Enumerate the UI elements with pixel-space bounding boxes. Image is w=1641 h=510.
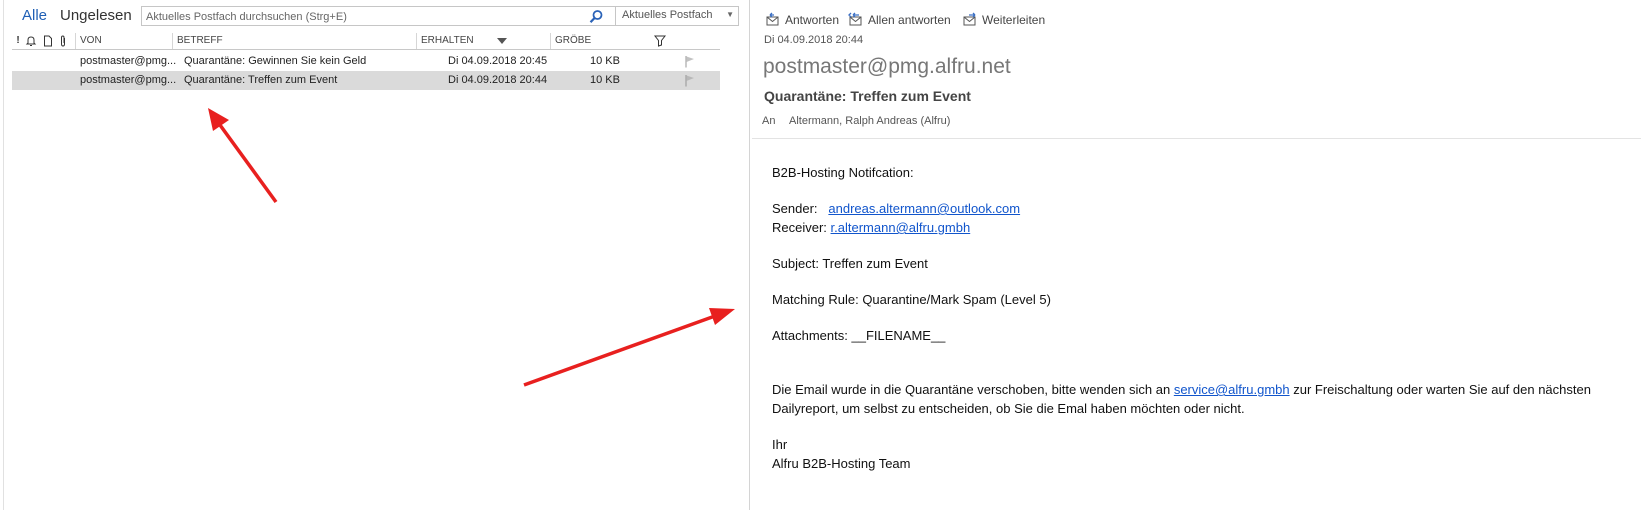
quarantine-text-after: zur Freischaltung oder warten Sie auf de… bbox=[1293, 382, 1591, 397]
arrow-to-mail-body bbox=[523, 308, 735, 387]
search-scope-dropdown[interactable]: Aktuelles Postfach ▼ bbox=[616, 7, 738, 25]
message-row-selected[interactable]: postmaster@pmg... Quarantäne: Treffen zu… bbox=[12, 71, 720, 90]
message-received: Di 04.09.2018 20:44 bbox=[448, 74, 548, 86]
message-size: 10 KB bbox=[590, 55, 620, 67]
search-input[interactable] bbox=[146, 9, 576, 24]
quarantine-message-line2: Dailyreport, um selbst zu entscheiden, o… bbox=[772, 401, 1245, 416]
receiver-line: Receiver: r.altermann@alfru.gmbh bbox=[772, 220, 970, 235]
search-scope-label: Aktuelles Postfach bbox=[622, 9, 713, 21]
reply-all-label: Allen antworten bbox=[868, 13, 951, 27]
message-list-header: ! VON BETREFF ERHALTEN GRÖBE bbox=[12, 33, 720, 50]
notification-heading: B2B-Hosting Notifcation: bbox=[772, 165, 914, 180]
mail-date: Di 04.09.2018 20:44 bbox=[764, 34, 864, 46]
message-subject: Quarantäne: Gewinnen Sie kein Geld bbox=[184, 55, 367, 67]
column-subject[interactable]: BETREFF bbox=[172, 33, 416, 49]
filter-unread-tab[interactable]: Ungelesen bbox=[60, 7, 132, 24]
flag-filter-icon[interactable] bbox=[653, 35, 667, 47]
flag-icon[interactable] bbox=[684, 74, 696, 87]
message-received: Di 04.09.2018 20:45 bbox=[448, 55, 548, 67]
sender-line: Sender: andreas.altermann@outlook.com bbox=[772, 201, 1020, 216]
forward-label: Weiterleiten bbox=[982, 13, 1046, 27]
header-divider bbox=[752, 138, 1641, 139]
attachments-line: Attachments: __FILENAME__ bbox=[772, 328, 946, 343]
matching-rule-line: Matching Rule: Quarantine/Mark Spam (Lev… bbox=[772, 292, 1051, 307]
sender-email-link[interactable]: andreas.altermann@outlook.com bbox=[828, 201, 1020, 216]
quarantine-text-before: Die Email wurde in die Quarantäne versch… bbox=[772, 382, 1171, 397]
sender-label: Sender: bbox=[772, 201, 818, 216]
sort-descending-icon bbox=[497, 38, 507, 44]
recipient-name[interactable]: Altermann, Ralph Andreas (Alfru) bbox=[789, 115, 950, 127]
message-from: postmaster@pmg... bbox=[80, 55, 177, 67]
reply-icon bbox=[766, 12, 779, 26]
reply-all-icon bbox=[848, 12, 862, 26]
message-size: 10 KB bbox=[590, 74, 620, 86]
column-size[interactable]: GRÖBE bbox=[550, 33, 651, 49]
subject-line: Subject: Treffen zum Event bbox=[772, 256, 928, 271]
forward-icon bbox=[963, 12, 976, 26]
column-received[interactable]: ERHALTEN bbox=[416, 33, 550, 49]
importance-column[interactable]: ! bbox=[14, 35, 22, 47]
mail-subject: Quarantäne: Treffen zum Event bbox=[764, 88, 971, 104]
column-from[interactable]: VON bbox=[75, 33, 172, 49]
arrow-to-message-list bbox=[208, 108, 278, 204]
filter-all-tab[interactable]: Alle bbox=[22, 7, 47, 24]
message-from: postmaster@pmg... bbox=[80, 74, 177, 86]
flag-icon[interactable] bbox=[684, 55, 696, 68]
receiver-email-link[interactable]: r.altermann@alfru.gmbh bbox=[831, 220, 971, 235]
column-received-label: ERHALTEN bbox=[421, 35, 474, 46]
receiver-label: Receiver: bbox=[772, 220, 827, 235]
item-type-icon[interactable] bbox=[43, 35, 53, 47]
reminder-bell-icon[interactable] bbox=[25, 35, 37, 47]
reply-label: Antworten bbox=[785, 13, 840, 27]
pane-divider[interactable] bbox=[749, 0, 750, 510]
search-box: Aktuelles Postfach ▼ bbox=[141, 6, 739, 26]
message-row[interactable]: postmaster@pmg... Quarantäne: Gewinnen S… bbox=[12, 52, 720, 71]
to-label: An bbox=[762, 115, 776, 127]
quarantine-message-line1: Die Email wurde in die Quarantäne versch… bbox=[772, 382, 1591, 397]
signature-text: Alfru B2B-Hosting Team bbox=[772, 456, 911, 471]
search-icon[interactable] bbox=[588, 9, 604, 24]
chevron-down-icon: ▼ bbox=[726, 10, 734, 19]
message-subject: Quarantäne: Treffen zum Event bbox=[184, 74, 338, 86]
attachment-icon[interactable] bbox=[58, 35, 68, 47]
window-edge bbox=[3, 0, 4, 510]
mail-sender[interactable]: postmaster@pmg.alfru.net bbox=[763, 55, 1011, 79]
closing-text: Ihr bbox=[772, 437, 788, 452]
service-email-link[interactable]: service@alfru.gmbh bbox=[1174, 382, 1290, 397]
